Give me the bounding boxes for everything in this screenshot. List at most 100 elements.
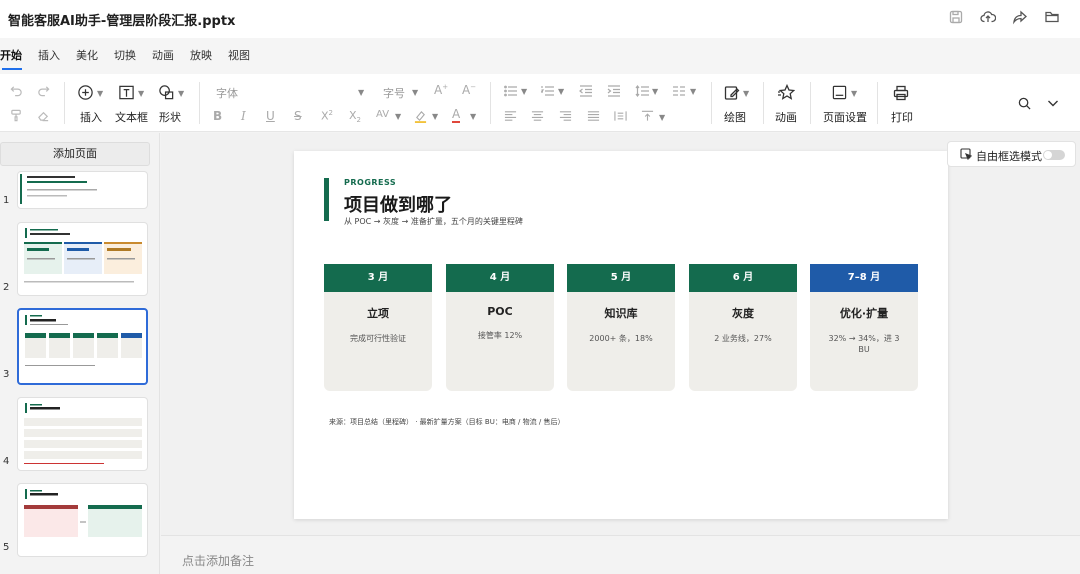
- current-slide[interactable]: PROGRESS 项目做到哪了 从 POC → 灰度 → 准备扩量，五个月的关键…: [294, 151, 948, 519]
- align-left-icon[interactable]: [504, 110, 517, 122]
- milestone-title: POC: [487, 305, 513, 318]
- line-spacing-dropdown-icon[interactable]: ▼: [652, 87, 658, 96]
- align-right-icon[interactable]: [559, 110, 572, 122]
- milestone-desc: 2000+ 条，18%: [589, 334, 653, 343]
- font-color-icon[interactable]: A: [452, 108, 461, 123]
- subscript-icon[interactable]: X2: [349, 109, 361, 124]
- font-family-select[interactable]: 字体: [216, 85, 238, 101]
- draw-label[interactable]: 绘图: [724, 109, 746, 125]
- tab-animation[interactable]: 动画: [144, 38, 182, 74]
- tab-transition[interactable]: 切换: [106, 38, 144, 74]
- align-center-icon[interactable]: [531, 110, 544, 122]
- search-icon[interactable]: [1018, 97, 1031, 110]
- milestone-month: 4 月: [446, 264, 554, 292]
- decrease-indent-icon[interactable]: [579, 85, 593, 97]
- title-accent-bar: [324, 178, 329, 221]
- eraser-icon[interactable]: [37, 109, 50, 122]
- milestone-card[interactable]: 5 月 知识库 2000+ 条，18%: [567, 264, 675, 391]
- slide-thumbnail-3[interactable]: [17, 308, 148, 385]
- thumbnail-number: 3: [3, 369, 10, 380]
- milestone-card[interactable]: 3 月 立项 完成可行性验证: [324, 264, 432, 391]
- numbered-dropdown-icon[interactable]: ▼: [558, 87, 564, 96]
- underline-icon[interactable]: U: [266, 109, 275, 123]
- print-icon[interactable]: [893, 85, 909, 101]
- increase-indent-icon[interactable]: [607, 85, 621, 97]
- slide-kicker: PROGRESS: [344, 178, 397, 187]
- textbox-icon[interactable]: [118, 84, 135, 101]
- increase-font-icon[interactable]: A+: [434, 83, 448, 97]
- free-select-toggle[interactable]: [1043, 150, 1065, 160]
- insert-plus-icon[interactable]: [77, 84, 94, 101]
- char-spacing-dropdown-icon[interactable]: ▼: [395, 112, 401, 121]
- free-select-label: 自由框选模式: [976, 150, 1042, 163]
- vertical-align-icon[interactable]: [641, 110, 654, 122]
- milestone-card[interactable]: 4 月 POC 接管率 12%: [446, 264, 554, 391]
- superscript-icon[interactable]: X2: [321, 109, 333, 123]
- collapse-ribbon-chevron-icon[interactable]: [1047, 98, 1059, 108]
- shape-label[interactable]: 形状: [159, 109, 181, 125]
- distribute-icon[interactable]: [614, 110, 627, 122]
- cloud-upload-icon[interactable]: [980, 9, 996, 25]
- tab-view[interactable]: 视图: [220, 38, 258, 74]
- highlight-dropdown-icon[interactable]: ▼: [432, 112, 438, 121]
- notes-placeholder[interactable]: 点击添加备注: [182, 552, 254, 569]
- tab-beautify[interactable]: 美化: [68, 38, 106, 74]
- columns-icon[interactable]: [672, 85, 686, 97]
- columns-dropdown-icon[interactable]: ▼: [690, 87, 696, 96]
- thumbnail-number: 4: [3, 456, 10, 467]
- slide-thumbnail-4[interactable]: [17, 397, 148, 471]
- insert-dropdown-icon[interactable]: ▼: [97, 89, 103, 98]
- bullet-list-icon[interactable]: [504, 85, 518, 97]
- shape-icon[interactable]: [158, 84, 175, 101]
- highlight-icon[interactable]: [414, 109, 427, 124]
- tab-slideshow[interactable]: 放映: [182, 38, 220, 74]
- notes-pane[interactable]: 点击添加备注: [161, 535, 1080, 574]
- save-icon[interactable]: [948, 9, 964, 25]
- redo-icon[interactable]: [37, 84, 50, 97]
- animation-star-icon[interactable]: [777, 84, 795, 101]
- folder-icon[interactable]: [1044, 9, 1060, 25]
- print-label[interactable]: 打印: [891, 109, 913, 125]
- numbered-list-icon[interactable]: [541, 85, 555, 97]
- page-setup-icon[interactable]: [832, 85, 847, 100]
- char-spacing-icon[interactable]: AV: [376, 109, 389, 120]
- thumbnail-number: 5: [3, 542, 10, 553]
- decrease-font-icon[interactable]: A−: [462, 83, 476, 97]
- font-size-select[interactable]: 字号: [383, 85, 405, 101]
- tab-home[interactable]: 开始: [0, 38, 30, 74]
- thumbnail-number: 2: [3, 282, 10, 293]
- free-select-mode-control[interactable]: 自由框选模式: [947, 141, 1076, 167]
- justify-icon[interactable]: [587, 110, 600, 122]
- page-setup-dropdown-icon[interactable]: ▼: [851, 89, 857, 98]
- milestone-desc: 2 业务线，27%: [714, 334, 772, 343]
- draw-dropdown-icon[interactable]: ▼: [743, 89, 749, 98]
- slide-thumbnail-1[interactable]: [17, 171, 148, 209]
- strikethrough-icon[interactable]: S: [294, 109, 302, 123]
- font-family-dropdown-icon[interactable]: ▼: [358, 88, 364, 97]
- font-size-dropdown-icon[interactable]: ▼: [412, 88, 418, 97]
- tab-insert[interactable]: 插入: [30, 38, 68, 74]
- textbox-label[interactable]: 文本框: [115, 109, 148, 125]
- slide-title: 项目做到哪了: [344, 195, 452, 216]
- vertical-align-dropdown-icon[interactable]: ▼: [659, 113, 665, 122]
- line-spacing-icon[interactable]: [635, 85, 649, 97]
- animation-label[interactable]: 动画: [775, 109, 797, 125]
- bold-icon[interactable]: B: [213, 109, 222, 123]
- format-painter-icon[interactable]: [10, 109, 23, 122]
- add-page-button[interactable]: 添加页面: [0, 142, 150, 166]
- bullet-dropdown-icon[interactable]: ▼: [521, 87, 527, 96]
- slide-thumbnail-panel[interactable]: 添加页面 1 2 3 4 5: [0, 133, 160, 574]
- draw-icon[interactable]: [724, 85, 740, 101]
- undo-icon[interactable]: [10, 84, 23, 97]
- textbox-dropdown-icon[interactable]: ▼: [138, 89, 144, 98]
- slide-thumbnail-5[interactable]: [17, 483, 148, 557]
- slide-thumbnail-2[interactable]: [17, 222, 148, 296]
- font-color-dropdown-icon[interactable]: ▼: [470, 112, 476, 121]
- page-setup-label[interactable]: 页面设置: [823, 109, 867, 125]
- share-icon[interactable]: [1012, 9, 1028, 25]
- insert-label[interactable]: 插入: [80, 109, 102, 125]
- milestone-card[interactable]: 7–8 月 优化·扩量 32% → 34%，进 3 BU: [810, 264, 918, 391]
- milestone-card[interactable]: 6 月 灰度 2 业务线，27%: [689, 264, 797, 391]
- italic-icon[interactable]: I: [241, 109, 246, 123]
- shape-dropdown-icon[interactable]: ▼: [178, 89, 184, 98]
